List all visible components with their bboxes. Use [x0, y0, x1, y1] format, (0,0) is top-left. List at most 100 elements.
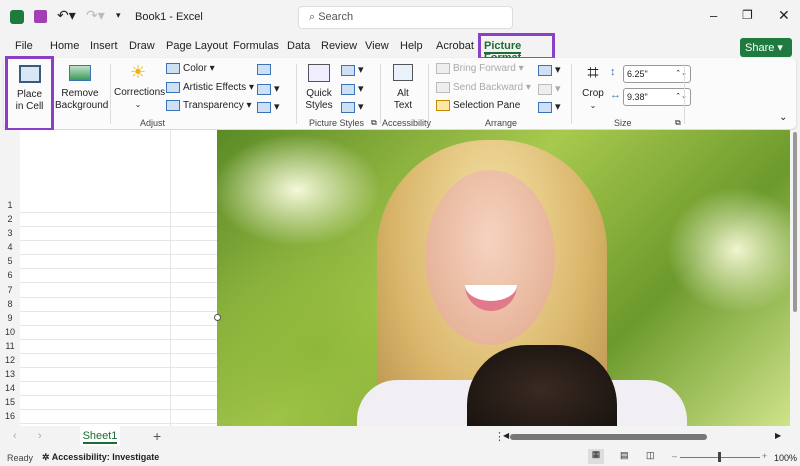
picture-border-button[interactable]: ▾ — [341, 63, 364, 76]
align-icon — [538, 64, 552, 76]
accessibility-status[interactable]: ✲ Accessibility: Investigate — [42, 452, 159, 463]
close-button[interactable]: ✕ — [778, 7, 790, 24]
compress-icon — [257, 63, 271, 75]
alt-text-button[interactable]: Alt Text — [388, 62, 418, 112]
restore-button[interactable]: ❐ — [742, 8, 753, 22]
place-in-cell-button[interactable]: Place in Cell — [5, 56, 54, 131]
reset-picture-icon — [257, 101, 271, 113]
rotate-icon — [538, 101, 552, 113]
row-header[interactable]: 3 — [0, 226, 20, 241]
minimize-button[interactable]: – — [710, 8, 717, 23]
zoom-slider-thumb[interactable] — [718, 452, 721, 462]
tab-acrobat[interactable]: Acrobat — [436, 40, 474, 52]
height-value: 6.25" — [627, 69, 648, 79]
divider — [380, 64, 381, 124]
divider — [571, 64, 572, 124]
tab-formulas[interactable]: Formulas — [233, 40, 279, 52]
row-header[interactable]: 8 — [0, 296, 20, 311]
row-header[interactable]: 5 — [0, 254, 20, 269]
row-header[interactable]: 1 — [0, 198, 20, 212]
row-header[interactable]: 13 — [0, 367, 20, 382]
send-backward-icon — [436, 82, 450, 93]
redo-icon[interactable]: ↷▾ — [86, 7, 105, 24]
tab-review[interactable]: Review — [321, 40, 357, 52]
zoom-out-button[interactable]: – — [672, 451, 677, 461]
share-button[interactable]: Share ▾ — [740, 38, 792, 57]
selection-pane-label: Selection Pane — [453, 100, 521, 112]
tab-help[interactable]: Help — [400, 40, 423, 52]
quick-styles-button[interactable]: Quick Styles — [300, 62, 338, 112]
width-input[interactable]: 9.38" ⌃⌄ — [623, 88, 691, 106]
normal-view-icon[interactable]: ▦ — [588, 449, 604, 464]
color-icon — [166, 63, 180, 74]
row-header[interactable]: 4 — [0, 240, 20, 255]
save-icon[interactable] — [34, 10, 47, 23]
row-header[interactable]: 16 — [0, 409, 20, 424]
scroll-left-icon[interactable]: ◀ — [503, 431, 509, 440]
artistic-effects-button[interactable]: Artistic Effects ▾ — [166, 82, 254, 93]
title-bar: ↶▾ ↷▾ ▾ Book1 - Excel ⌕ Search – ❐ ✕ — [0, 0, 800, 36]
send-backward-button[interactable]: Send Backward ▾ — [436, 82, 531, 93]
reset-picture-button[interactable]: ▾ — [257, 100, 280, 113]
next-sheet-button[interactable]: › — [38, 430, 42, 442]
resize-handle[interactable] — [214, 314, 221, 321]
row-header[interactable]: 9 — [0, 310, 20, 325]
row-header[interactable]: 6 — [0, 268, 20, 283]
tab-home[interactable]: Home — [50, 40, 79, 52]
page-break-view-icon[interactable]: ◫ — [646, 450, 655, 461]
row-gridline — [20, 240, 220, 242]
sheet-tab[interactable]: Sheet1 — [80, 426, 120, 446]
tab-page-layout[interactable]: Page Layout — [166, 40, 228, 52]
picture-effects-icon — [341, 83, 355, 95]
row-gridline — [20, 381, 220, 383]
status-bar: Ready ✲ Accessibility: Investigate ▦ ▤ ◫… — [0, 448, 800, 466]
group-label-size: Size — [614, 118, 632, 128]
tab-insert[interactable]: Insert — [90, 40, 118, 52]
height-input[interactable]: 6.25" ⌃⌄ — [623, 65, 691, 83]
row-header[interactable]: 12 — [0, 353, 20, 367]
height-icon: ↕ — [610, 66, 616, 78]
divider — [110, 64, 111, 124]
customize-toolbar-icon[interactable]: ▾ — [116, 10, 121, 21]
corrections-button[interactable]: ☀ Corrections ⌄ — [114, 62, 165, 112]
undo-icon[interactable]: ↶▾ — [57, 7, 76, 24]
picture-layout-button[interactable]: ▾ — [341, 100, 364, 113]
crop-button[interactable]: ⌗ Crop ⌄ — [578, 62, 608, 112]
compress-pictures-button[interactable] — [257, 63, 274, 75]
selection-pane-button[interactable]: Selection Pane — [436, 100, 520, 111]
row-gridline — [20, 310, 220, 312]
zoom-in-button[interactable]: + — [762, 451, 767, 461]
bring-forward-label: Bring Forward — [453, 63, 516, 75]
rotate-button[interactable]: ▾ — [538, 100, 561, 113]
selected-picture[interactable] — [217, 130, 790, 426]
tab-draw[interactable]: Draw — [129, 40, 155, 52]
horizontal-scrollbar[interactable] — [510, 434, 707, 440]
change-picture-button[interactable]: ▾ — [257, 82, 280, 95]
row-header[interactable]: 7 — [0, 282, 20, 297]
row-header[interactable]: 11 — [0, 338, 20, 353]
align-button[interactable]: ▾ — [538, 63, 561, 76]
size-dialog-launcher-icon[interactable]: ⧉ — [675, 118, 681, 128]
bring-forward-button[interactable]: Bring Forward ▾ — [436, 63, 524, 74]
prev-sheet-button[interactable]: ‹ — [13, 430, 17, 442]
search-input[interactable]: ⌕ Search — [298, 6, 513, 29]
page-layout-view-icon[interactable]: ▤ — [620, 450, 629, 461]
row-header[interactable]: 15 — [0, 395, 20, 410]
collapse-ribbon-icon[interactable]: ⌄ — [779, 112, 787, 123]
add-sheet-button[interactable]: + — [153, 428, 161, 444]
tab-picture-format[interactable]: Picture Format — [478, 33, 555, 66]
tab-data[interactable]: Data — [287, 40, 310, 52]
dialog-launcher-icon[interactable]: ⧉ — [371, 118, 377, 128]
scroll-right-icon[interactable]: ▶ — [775, 431, 781, 440]
vertical-scrollbar[interactable] — [790, 130, 800, 426]
transparency-button[interactable]: Transparency ▾ — [166, 100, 252, 111]
picture-effects-button[interactable]: ▾ — [341, 82, 364, 95]
remove-background-button[interactable]: Remove Background — [55, 62, 108, 112]
tab-view[interactable]: View — [365, 40, 389, 52]
row-header[interactable]: 14 — [0, 381, 20, 396]
row-header[interactable]: 2 — [0, 212, 20, 226]
color-button[interactable]: Color ▾ — [166, 63, 215, 74]
row-header[interactable]: 10 — [0, 324, 20, 339]
tab-file[interactable]: File — [15, 40, 33, 52]
group-button[interactable]: ▾ — [538, 82, 561, 95]
